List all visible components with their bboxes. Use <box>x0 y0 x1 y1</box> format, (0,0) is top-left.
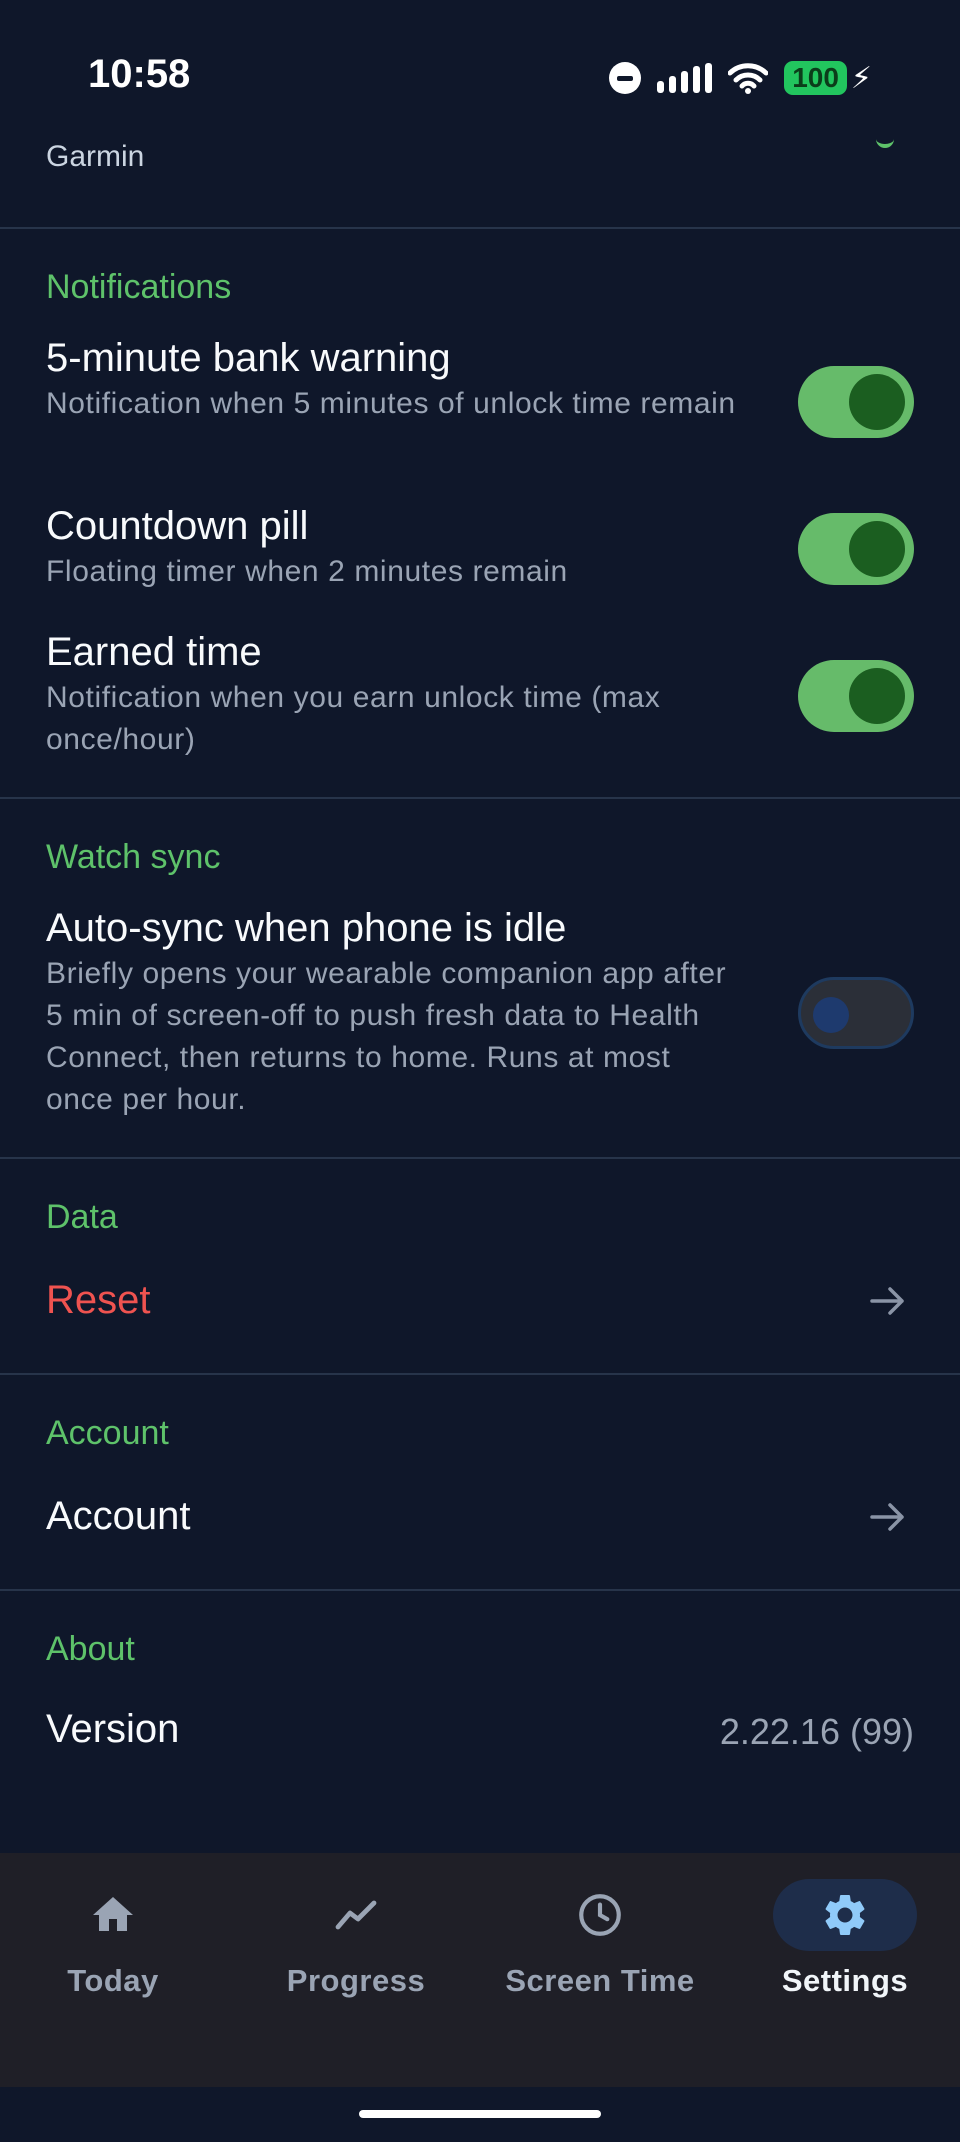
divider <box>0 1373 960 1375</box>
nav-today-label: Today <box>67 1963 159 1998</box>
status-icons: 100 ⚡ <box>609 56 872 100</box>
nav-settings[interactable]: Settings <box>735 1879 955 2009</box>
do-not-disturb-icon <box>609 62 642 94</box>
countdown-pill-toggle[interactable] <box>798 513 914 585</box>
divider <box>0 227 960 229</box>
version-label: Version <box>46 1707 180 1751</box>
gear-icon <box>825 1895 865 1935</box>
earned-time-title: Earned time <box>46 630 262 674</box>
previous-row-label[interactable]: Garmin <box>46 140 144 174</box>
battery-icon: 100 <box>784 61 847 95</box>
battery-level: 100 <box>792 62 839 93</box>
nav-screen-time[interactable]: Screen Time <box>490 1879 710 2009</box>
divider <box>0 1589 960 1591</box>
bank-warning-title: 5-minute bank warning <box>46 336 451 380</box>
bank-warning-description: Notification when 5 minutes of unlock ti… <box>46 387 736 420</box>
earned-time-toggle[interactable] <box>798 660 914 732</box>
status-bar: 10:58 100 ⚡ <box>0 0 960 150</box>
nav-settings-label: Settings <box>781 1963 909 1998</box>
home-icon <box>93 1897 133 1931</box>
countdown-pill-description: Floating timer when 2 minutes remain <box>46 555 568 588</box>
countdown-pill-title: Countdown pill <box>46 504 309 548</box>
auto-sync-toggle[interactable] <box>798 977 914 1049</box>
nav-progress-label: Progress <box>286 1963 426 1998</box>
account-item[interactable]: Account <box>46 1494 191 1539</box>
auto-sync-description: Briefly opens your wearable companion ap… <box>46 957 727 1116</box>
status-time: 10:58 <box>88 52 191 96</box>
section-title-about: About <box>46 1630 135 1668</box>
charging-icon: ⚡ <box>850 61 872 95</box>
home-indicator[interactable] <box>359 2110 601 2118</box>
version-value: 2.22.16 (99) <box>719 1711 914 1752</box>
auto-sync-title: Auto-sync when phone is idle <box>46 906 567 950</box>
earned-time-description: Notification when you earn unlock time (… <box>46 681 661 756</box>
section-title-notifications: Notifications <box>46 268 232 306</box>
cell-signal-icon <box>657 63 713 93</box>
section-title-data: Data <box>46 1198 118 1236</box>
clock-icon <box>579 1894 621 1936</box>
bottom-navigation: Today Progress Screen Time Settings <box>0 1853 960 2087</box>
nav-screen-time-label: Screen Time <box>505 1963 695 1998</box>
section-title-watch-sync: Watch sync <box>46 838 221 876</box>
bank-warning-toggle[interactable] <box>798 366 914 438</box>
trend-icon <box>335 1900 377 1930</box>
arrow-right-icon[interactable] <box>868 1497 908 1537</box>
toggle-knob <box>849 374 905 430</box>
section-title-account: Account <box>46 1414 169 1452</box>
toggle-knob <box>813 997 849 1033</box>
reset-item[interactable]: Reset <box>46 1278 151 1323</box>
nav-today[interactable]: Today <box>3 1879 223 2009</box>
arrow-right-icon[interactable] <box>868 1281 908 1321</box>
toggle-knob <box>849 668 905 724</box>
divider <box>0 797 960 799</box>
wifi-icon <box>728 63 769 94</box>
nav-progress[interactable]: Progress <box>246 1879 466 2009</box>
divider <box>0 1157 960 1159</box>
toggle-knob <box>849 521 905 577</box>
